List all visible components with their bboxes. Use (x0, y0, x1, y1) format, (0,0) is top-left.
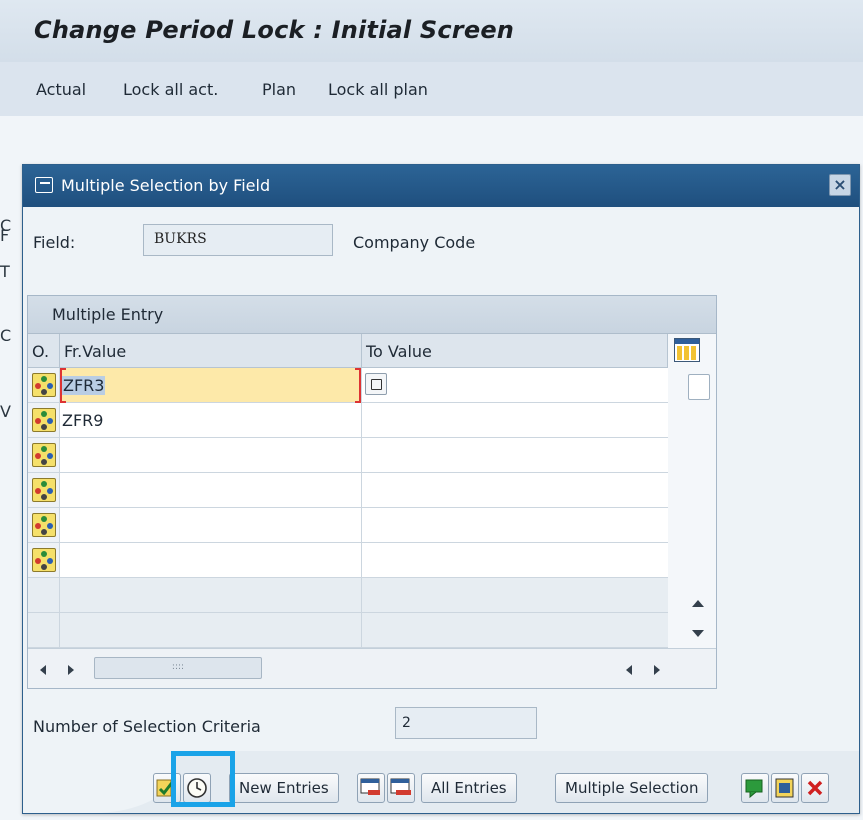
from-value-text: ZFR3 (62, 376, 106, 395)
scroll-left-arrow-icon[interactable] (40, 665, 46, 675)
scroll-right-arrow-icon[interactable] (654, 665, 660, 675)
selection-option-icon[interactable] (32, 548, 56, 572)
all-entries-button[interactable]: All Entries (421, 773, 517, 803)
delete-all-button[interactable] (387, 773, 415, 803)
menu-lock-all-actual[interactable]: Lock all act. (123, 80, 218, 99)
background-label: C (0, 326, 12, 345)
background-label: F (0, 226, 10, 245)
row-option-cell (28, 368, 60, 403)
horizontal-scroll-thumb[interactable]: :::: (94, 657, 262, 679)
column-header-to-value[interactable]: To Value (362, 334, 668, 368)
from-value-input[interactable] (60, 508, 362, 543)
new-entries-button[interactable]: New Entries (229, 773, 339, 803)
to-value-input[interactable] (362, 473, 668, 508)
table-row: ZFR9 (28, 403, 668, 438)
import-icon (745, 779, 763, 799)
menu-actual[interactable]: Actual (36, 80, 86, 99)
table-row-empty (28, 613, 668, 648)
dialog-window-icon (35, 177, 53, 193)
row-option-cell (28, 543, 60, 578)
from-value-cell (60, 578, 362, 613)
to-value-input[interactable] (362, 368, 668, 403)
value-help-icon[interactable] (365, 373, 387, 395)
to-value-input[interactable] (362, 403, 668, 438)
dialog-footer: New Entries All Entries Multiple Selecti… (23, 751, 859, 813)
from-value-input[interactable] (60, 438, 362, 473)
from-value-input[interactable] (60, 473, 362, 508)
execute-clock-button[interactable] (183, 773, 211, 803)
scroll-up-arrow-icon[interactable] (692, 600, 704, 607)
scroll-left-arrow-icon[interactable] (626, 665, 632, 675)
selection-option-icon[interactable] (32, 478, 56, 502)
checkmark-icon (156, 779, 176, 797)
to-value-input[interactable] (362, 543, 668, 578)
multiple-entry-table: Multiple Entry O. Fr.Value To Value ZFR3 (27, 295, 717, 689)
selection-count-value: 2 (395, 707, 537, 739)
dialog-title: Multiple Selection by Field (61, 176, 271, 195)
to-value-input[interactable] (362, 438, 668, 473)
focus-marker-left (60, 368, 66, 403)
selection-count-label: Number of Selection Criteria (33, 717, 261, 736)
panel-header: Multiple Entry (28, 296, 716, 334)
from-value-input[interactable] (60, 543, 362, 578)
focus-marker-right (355, 368, 361, 403)
row-option-cell (28, 403, 60, 438)
delete-all-icon (390, 778, 411, 795)
footer-decoration (23, 751, 173, 813)
scroll-down-arrow-icon[interactable] (692, 630, 704, 637)
table-row (28, 473, 668, 508)
table-settings-icon[interactable] (674, 338, 700, 362)
table-row-empty (28, 578, 668, 613)
table-row: ZFR3 (28, 368, 668, 403)
vertical-scrollbar[interactable] (684, 368, 714, 658)
from-value-cell (60, 613, 362, 648)
row-option-cell (28, 438, 60, 473)
background-label: T (0, 262, 10, 281)
menu-lock-all-plan[interactable]: Lock all plan (328, 80, 428, 99)
selection-option-icon[interactable] (32, 443, 56, 467)
row-option-cell (28, 508, 60, 543)
close-button[interactable]: × (829, 174, 851, 196)
scroll-right-arrow-icon[interactable] (68, 665, 74, 675)
page-title: Change Period Lock : Initial Screen (34, 16, 515, 44)
panel-title: Multiple Entry (52, 305, 164, 324)
field-name-display: BUKRS (143, 224, 333, 256)
selection-option-icon[interactable] (32, 513, 56, 537)
column-header-option[interactable]: O. (28, 334, 60, 368)
row-option-cell (28, 473, 60, 508)
cancel-x-icon (807, 780, 823, 796)
from-value-input[interactable]: ZFR3 (60, 368, 362, 403)
import-button[interactable] (741, 773, 769, 803)
table-row (28, 508, 668, 543)
field-label: Field: (33, 233, 76, 252)
background-label: V (0, 402, 11, 421)
field-description: Company Code (353, 233, 476, 252)
cancel-button[interactable] (801, 773, 829, 803)
table-row (28, 543, 668, 578)
clock-icon (187, 778, 207, 798)
main-title-bar: Change Period Lock : Initial Screen (0, 0, 863, 62)
multiple-selection-button[interactable]: Multiple Selection (555, 773, 709, 803)
column-header-from-value[interactable]: Fr.Value (60, 334, 362, 368)
row-option-cell (28, 613, 60, 648)
check-entries-button[interactable] (153, 773, 181, 803)
horizontal-scrollbar[interactable]: :::: (28, 648, 716, 688)
application-toolbar: Actual Lock all act. Plan Lock all plan (0, 62, 863, 116)
selection-option-icon[interactable] (32, 373, 56, 397)
clipboard-icon (775, 778, 794, 798)
from-value-input[interactable]: ZFR9 (60, 403, 362, 438)
vertical-scroll-thumb[interactable] (688, 374, 710, 400)
selection-option-icon[interactable] (32, 408, 56, 432)
multiple-selection-dialog: Multiple Selection by Field × Field: BUK… (22, 164, 860, 814)
row-option-cell (28, 578, 60, 613)
to-value-cell (362, 578, 668, 613)
to-value-cell (362, 613, 668, 648)
delete-row-icon (360, 778, 380, 795)
delete-entry-button[interactable] (357, 773, 385, 803)
table-row (28, 438, 668, 473)
clipboard-upload-button[interactable] (771, 773, 799, 803)
menu-plan[interactable]: Plan (262, 80, 296, 99)
dialog-title-bar[interactable]: Multiple Selection by Field × (23, 165, 859, 207)
to-value-input[interactable] (362, 508, 668, 543)
